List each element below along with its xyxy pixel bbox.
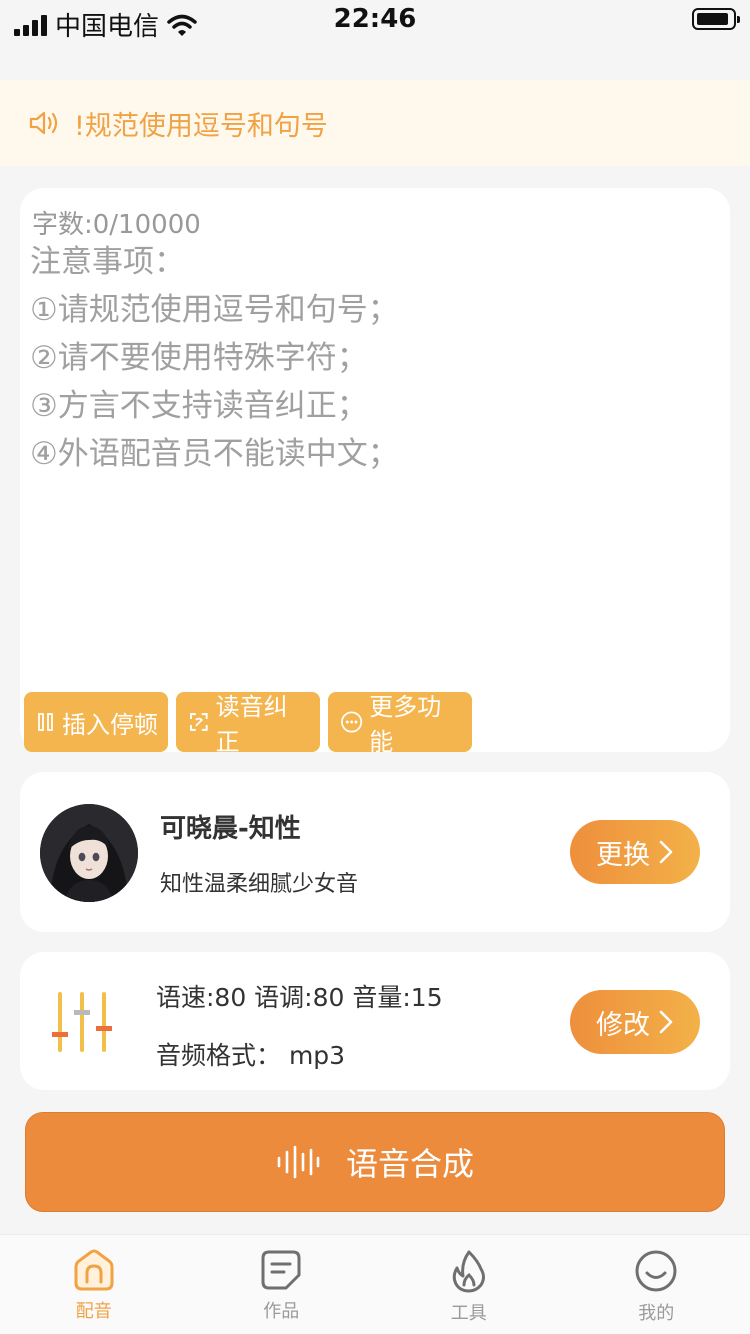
tab-label: 我的 bbox=[638, 1303, 675, 1324]
word-count: 字数:0/10000 bbox=[32, 210, 201, 240]
equalizer-icon bbox=[52, 992, 112, 1052]
speaker-icon bbox=[29, 111, 58, 135]
synthesize-label: 语音合成 bbox=[345, 1145, 474, 1183]
voice-description: 知性温柔细腻少女音 bbox=[160, 872, 359, 897]
tab-works[interactable]: 作品 bbox=[188, 1235, 376, 1334]
tab-tools[interactable]: 工具 bbox=[375, 1235, 563, 1334]
audio-format: 音频格式： mp3 bbox=[156, 1041, 346, 1070]
speech-params: 语速:80 语调:80 音量:15 bbox=[156, 983, 443, 1012]
status-bar: 中国电信 22:46 bbox=[0, 0, 750, 42]
modify-settings-label: 修改 bbox=[596, 1009, 650, 1041]
tab-bar: 配音 作品 工具 我的 bbox=[0, 1234, 750, 1334]
chevron-right-icon bbox=[659, 840, 673, 864]
app-screen: 中国电信 22:46 !规范使用逗号和句号 字数:0/10000 注意事项： ①… bbox=[0, 0, 750, 1334]
pause-icon bbox=[38, 713, 53, 731]
insert-pause-button[interactable]: 插入停顿 bbox=[24, 692, 168, 752]
tab-dubbing[interactable]: 配音 bbox=[0, 1235, 188, 1334]
note-line: ②请不要使用特殊字符； bbox=[30, 340, 368, 376]
text-editor[interactable]: 字数:0/10000 注意事项： ①请规范使用逗号和句号； ②请不要使用特殊字符… bbox=[20, 188, 730, 756]
notice-text: !规范使用逗号和句号 bbox=[74, 110, 328, 142]
tab-me[interactable]: 我的 bbox=[563, 1235, 750, 1334]
voice-card: 可晓晨-知性 知性温柔细腻少女音 更换 bbox=[20, 772, 730, 932]
more-features-button[interactable]: 更多功能 bbox=[328, 692, 472, 756]
note-line: 注意事项： bbox=[30, 244, 185, 280]
change-voice-button[interactable]: 更换 bbox=[570, 820, 700, 884]
status-time: 22:46 bbox=[333, 4, 417, 34]
change-voice-label: 更换 bbox=[596, 839, 650, 871]
pronunciation-icon bbox=[189, 713, 208, 731]
note-line: ④外语配音员不能读中文； bbox=[30, 436, 399, 472]
insert-pause-label: 插入停顿 bbox=[62, 710, 158, 739]
tab-label: 作品 bbox=[263, 1301, 300, 1322]
editor-placeholder: 注意事项： ①请规范使用逗号和句号； ②请不要使用特殊字符； ③方言不支持读音纠… bbox=[30, 238, 399, 478]
battery-icon bbox=[692, 8, 740, 30]
document-icon bbox=[261, 1250, 301, 1290]
more-icon bbox=[341, 711, 363, 733]
pronunciation-fix-button[interactable]: 读音纠正 bbox=[176, 692, 320, 756]
voice-avatar bbox=[40, 804, 138, 902]
notice-banner: !规范使用逗号和句号 bbox=[0, 80, 750, 166]
voice-name: 可晓晨-知性 bbox=[160, 814, 301, 844]
pronunciation-fix-label: 读音纠正 bbox=[215, 693, 288, 756]
waveform-icon bbox=[277, 1145, 320, 1179]
flame-icon bbox=[452, 1250, 485, 1293]
chevron-right-icon bbox=[659, 1010, 673, 1034]
editor-toolbar: 插入停顿 读音纠正 更多功能 bbox=[24, 692, 472, 756]
smiley-icon bbox=[635, 1250, 677, 1292]
tab-label: 配音 bbox=[75, 1301, 112, 1322]
more-features-label: 更多功能 bbox=[369, 693, 442, 756]
note-line: ①请规范使用逗号和句号； bbox=[30, 292, 399, 328]
synthesize-button[interactable]: 语音合成 bbox=[25, 1112, 725, 1212]
modify-settings-button[interactable]: 修改 bbox=[570, 990, 700, 1054]
home-icon bbox=[74, 1249, 114, 1291]
note-line: ③方言不支持读音纠正； bbox=[30, 388, 368, 424]
audio-settings-card: 语速:80 语调:80 音量:15 音频格式： mp3 修改 bbox=[20, 952, 730, 1090]
tab-label: 工具 bbox=[450, 1303, 487, 1324]
